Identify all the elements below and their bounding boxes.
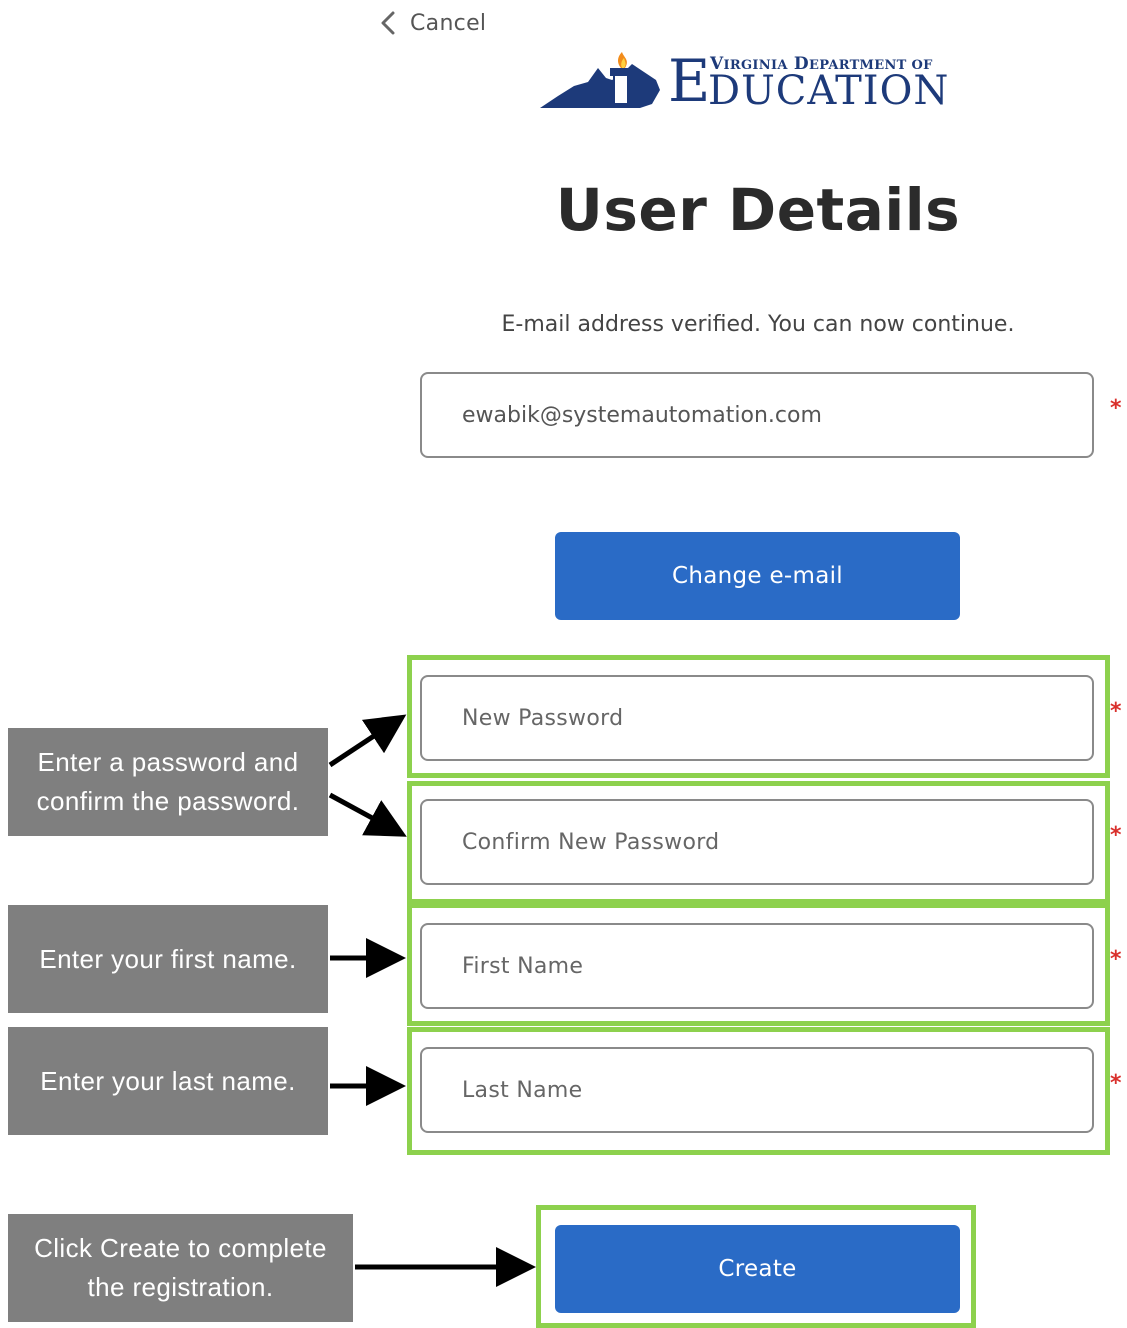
callout-arrows: [328, 714, 536, 1287]
arrow-to-new-password: [328, 714, 407, 768]
arrow-to-confirm-password: [328, 792, 407, 837]
